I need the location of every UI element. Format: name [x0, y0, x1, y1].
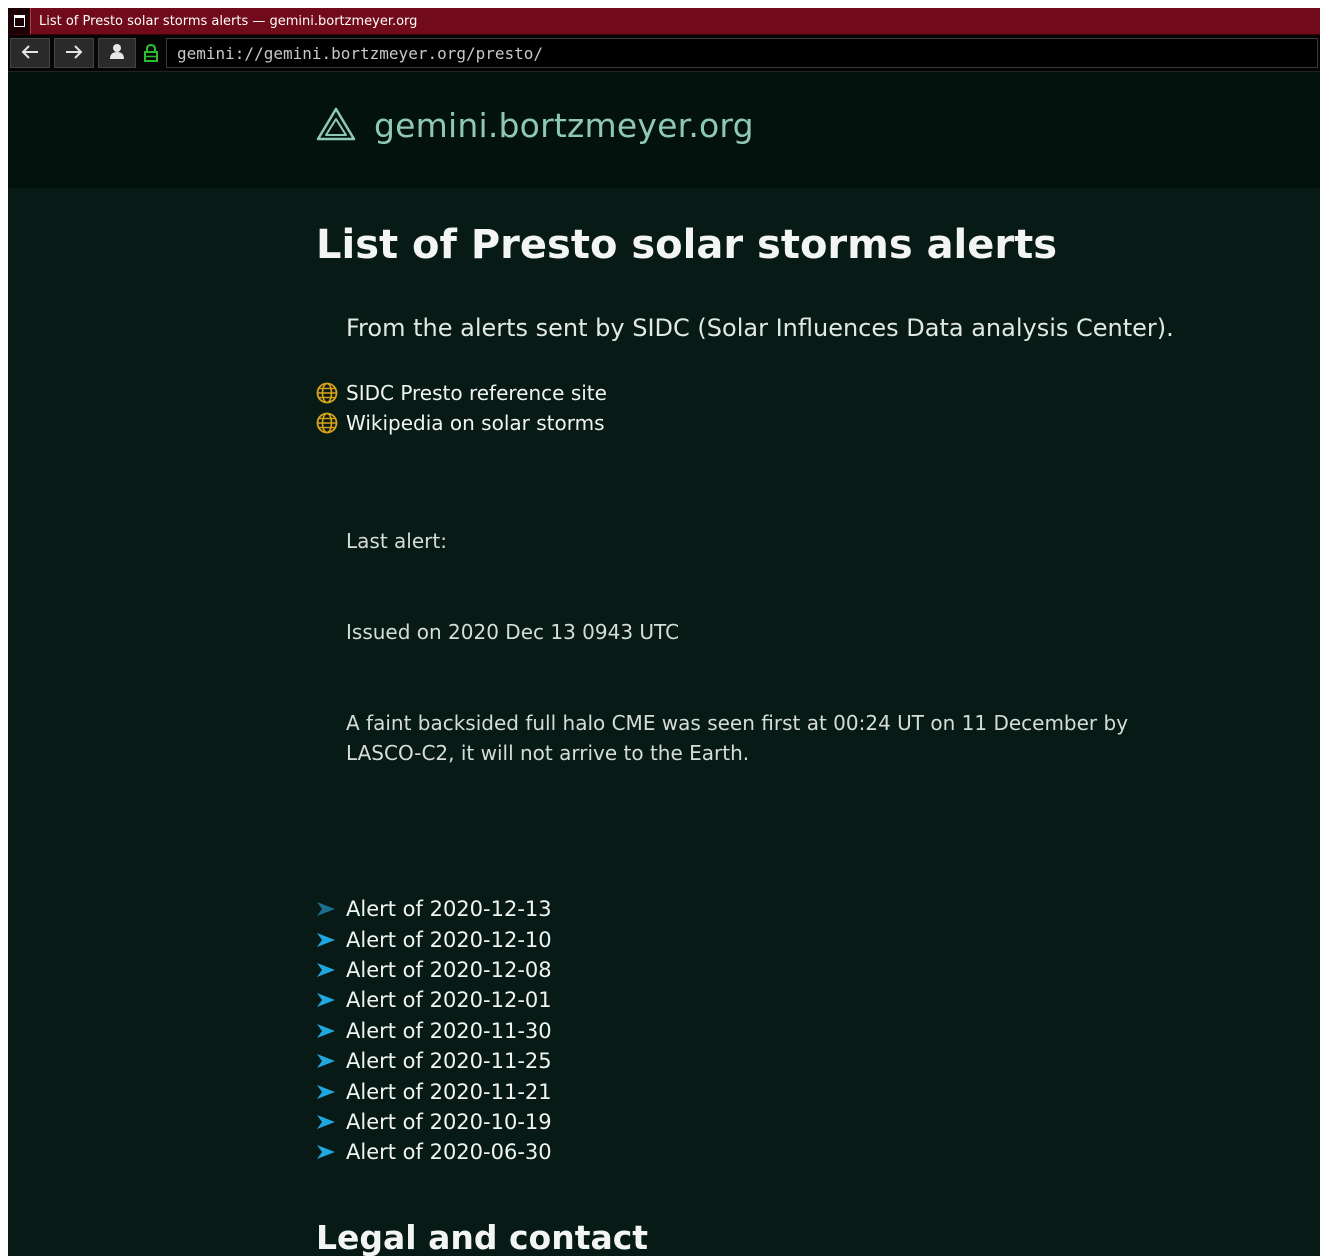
arrow-right-icon	[316, 1114, 338, 1130]
alert-link[interactable]: Alert of 2020-12-10	[316, 924, 552, 954]
title-bar: List of Presto solar storms alerts — gem…	[8, 8, 1320, 35]
arrow-right-icon	[316, 1053, 338, 1069]
arrow-right-icon	[316, 992, 338, 1008]
alert-label: Alert of 2020-06-30	[346, 1140, 552, 1165]
arrow-right-icon	[316, 1144, 338, 1160]
issued-text: Issued on 2020 Dec 13 0943 UTC	[346, 620, 680, 644]
alert-label: Alert of 2020-10-19	[346, 1109, 552, 1134]
alert-label: Alert of 2020-11-30	[346, 1018, 552, 1043]
alert-label: Alert of 2020-11-21	[346, 1079, 552, 1104]
link-label: SIDC Presto reference site	[346, 381, 607, 405]
legal-section-title: Legal and contact	[316, 1218, 649, 1256]
alert-text: A faint backsided full halo CME was seen…	[346, 711, 1129, 765]
alert-link[interactable]: Alert of 2020-12-08	[316, 955, 552, 985]
alert-link[interactable]: Alert of 2020-11-25	[316, 1046, 552, 1076]
site-name: gemini.bortzmeyer.org	[374, 106, 754, 145]
forward-button[interactable]	[54, 38, 94, 68]
alert-link[interactable]: Alert of 2020-10-19	[316, 1107, 552, 1137]
lock-icon	[140, 38, 162, 68]
toolbar: gemini://gemini.bortzmeyer.org/presto/	[8, 35, 1320, 72]
arrow-right-icon	[316, 962, 338, 978]
intro-text: From the alerts sent by SIDC (Solar Infl…	[346, 314, 1174, 342]
link-label: Wikipedia on solar storms	[346, 411, 605, 435]
alerts-list: Alert of 2020-12-13 Alert of 2020-12-10 …	[316, 894, 552, 1168]
identity-button[interactable]	[98, 38, 136, 68]
back-button[interactable]	[10, 38, 50, 68]
arrow-right-icon	[65, 43, 83, 64]
arrow-left-icon	[21, 43, 39, 64]
arrow-right-icon	[316, 1084, 338, 1100]
alert-label: Alert of 2020-11-25	[346, 1049, 552, 1074]
window-menu-icon[interactable]	[8, 8, 31, 34]
url-input[interactable]: gemini://gemini.bortzmeyer.org/presto/	[166, 38, 1318, 68]
alert-link[interactable]: Alert of 2020-12-13	[316, 894, 552, 924]
link-wikipedia-solar-storms[interactable]: Wikipedia on solar storms	[316, 408, 607, 438]
browser-window: List of Presto solar storms alerts — gem…	[8, 8, 1320, 1256]
arrow-right-icon	[316, 901, 338, 917]
alert-label: Alert of 2020-12-10	[346, 927, 552, 952]
alert-link[interactable]: Alert of 2020-06-30	[316, 1137, 552, 1167]
last-alert-label: Last alert:	[346, 529, 447, 553]
url-text: gemini://gemini.bortzmeyer.org/presto/	[177, 43, 544, 63]
gemini-triangle-icon	[316, 107, 374, 145]
site-header: gemini.bortzmeyer.org	[8, 72, 1320, 188]
alert-link[interactable]: Alert of 2020-11-30	[316, 1016, 552, 1046]
alert-label: Alert of 2020-12-01	[346, 988, 552, 1013]
external-links: SIDC Presto reference site Wikipedia on …	[316, 378, 607, 438]
user-icon	[109, 43, 125, 64]
alert-link[interactable]: Alert of 2020-11-21	[316, 1076, 552, 1106]
alert-label: Alert of 2020-12-08	[346, 957, 552, 982]
arrow-right-icon	[316, 1023, 338, 1039]
globe-icon	[316, 382, 340, 404]
arrow-right-icon	[316, 932, 338, 948]
alert-label: Alert of 2020-12-13	[346, 897, 552, 922]
site-logo[interactable]: gemini.bortzmeyer.org	[316, 106, 754, 145]
page-title: List of Presto solar storms alerts	[316, 222, 1058, 268]
alert-link[interactable]: Alert of 2020-12-01	[316, 985, 552, 1015]
window-title: List of Presto solar storms alerts — gem…	[39, 13, 418, 29]
link-sidc-presto[interactable]: SIDC Presto reference site	[316, 378, 607, 408]
globe-icon	[316, 412, 340, 434]
